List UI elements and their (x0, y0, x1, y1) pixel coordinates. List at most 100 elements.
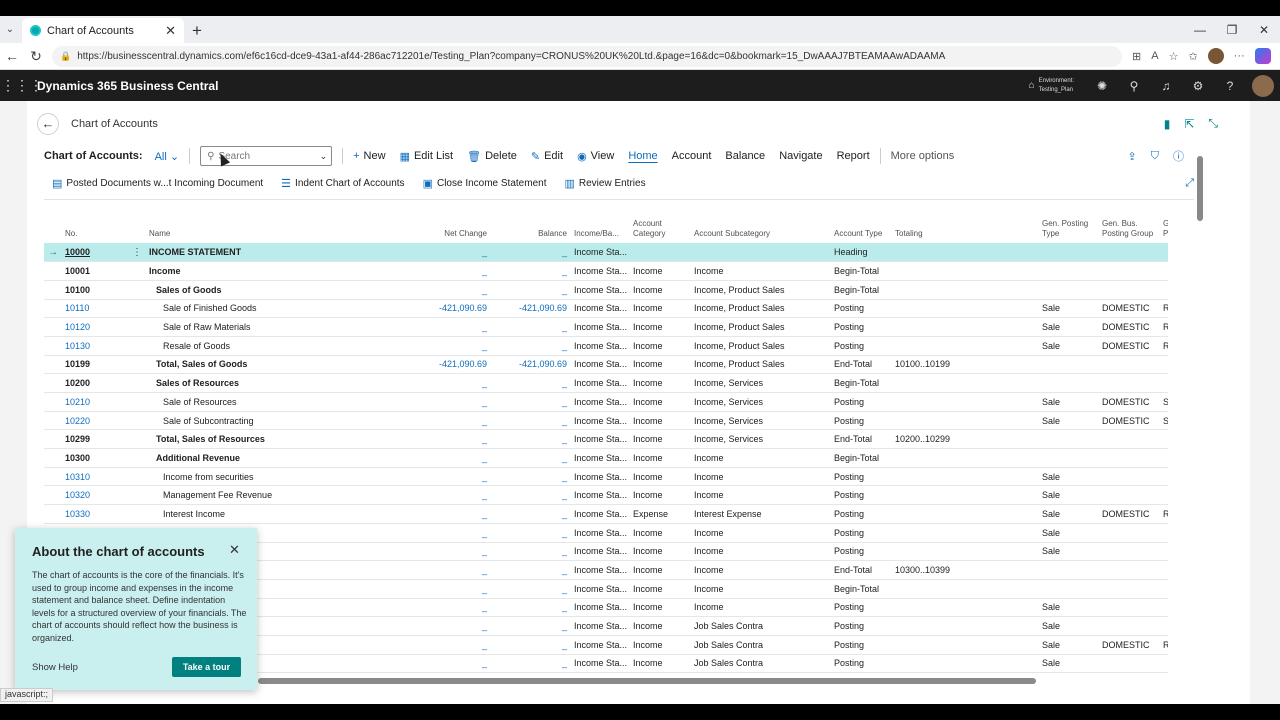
net-change-cell[interactable]: _ (410, 598, 491, 618)
column-header[interactable]: Account Category (630, 213, 691, 243)
net-change-cell[interactable]: _ (410, 317, 491, 337)
back-arrow-icon[interactable]: ← (37, 112, 59, 135)
balance-cell[interactable]: _ (491, 616, 571, 636)
share-icon[interactable]: ⇪ (1128, 150, 1137, 163)
balance-cell[interactable]: _ (491, 504, 571, 524)
tab-navigate[interactable]: Navigate (779, 150, 822, 162)
settings-gear-icon[interactable]: ⚙ (1182, 79, 1214, 93)
net-change-cell[interactable]: _ (410, 579, 491, 599)
account-no-cell[interactable]: 10001 (62, 261, 128, 281)
table-row[interactable]: 10110 Sale of Finished Goods -421,090.69 -4… (44, 299, 1168, 319)
account-no-cell[interactable]: 10210 (62, 392, 128, 412)
net-change-cell[interactable]: _ (410, 560, 491, 580)
column-header[interactable]: Account Type (831, 213, 892, 243)
balance-cell[interactable]: _ (491, 598, 571, 618)
column-header[interactable]: Balance (491, 213, 571, 243)
open-new-window-icon[interactable]: ⇱ (1184, 117, 1194, 131)
column-header[interactable]: Net Change (410, 213, 491, 243)
column-header[interactable]: Name (146, 213, 410, 243)
view-filter-dropdown[interactable]: All ⌄ (155, 150, 180, 163)
balance-cell[interactable]: _ (491, 411, 571, 431)
show-help-link[interactable]: Show Help (32, 662, 78, 673)
review-entries-button[interactable]: ▥ Review Entries (564, 177, 645, 190)
account-no-cell[interactable]: 10100 (62, 280, 128, 300)
net-change-cell[interactable]: _ (410, 523, 491, 543)
net-change-cell[interactable]: _ (410, 280, 491, 300)
balance-cell[interactable]: _ (491, 317, 571, 337)
net-change-cell[interactable]: _ (410, 261, 491, 281)
indent-chart-button[interactable]: ☰ Indent Chart of Accounts (281, 177, 404, 190)
account-no-cell[interactable]: 10110 (62, 299, 128, 319)
account-no-cell[interactable]: 10320 (62, 485, 128, 506)
notifications-bell-icon[interactable]: ♫ (1150, 79, 1182, 93)
table-row[interactable]: 10100 Sales of Goods _ _ Income Sta... Income… (44, 280, 1168, 300)
account-no-cell[interactable]: 10130 (62, 336, 128, 356)
app-name[interactable]: Dynamics 365 Business Central (37, 79, 218, 93)
column-header[interactable]: Income/Ba... (571, 213, 630, 243)
close-window-icon[interactable]: ✕ (1248, 23, 1280, 37)
net-change-cell[interactable]: _ (410, 654, 491, 674)
tab-home[interactable]: Home (628, 150, 657, 162)
back-icon[interactable]: ← (0, 48, 24, 64)
balance-cell[interactable]: _ (491, 429, 571, 450)
profile-avatar[interactable] (1207, 48, 1224, 64)
account-no-cell[interactable]: 10200 (62, 373, 128, 393)
tab-balance[interactable]: Balance (725, 150, 765, 162)
account-no-cell[interactable]: 10299 (62, 429, 128, 450)
close-income-statement-button[interactable]: ▣ Close Income Statement (423, 177, 547, 190)
account-no-cell[interactable]: 10199 (62, 355, 128, 375)
net-change-cell[interactable]: _ (410, 504, 491, 524)
table-row[interactable]: 10220 Sale of Subcontracting _ _ Income Sta.… (44, 411, 1168, 431)
balance-cell[interactable]: _ (491, 542, 571, 562)
balance-cell[interactable]: _ (491, 336, 571, 356)
copilot-app-icon[interactable]: ✺ (1086, 79, 1118, 93)
read-aloud-icon[interactable]: A (1151, 50, 1158, 62)
table-row[interactable]: 10001 Income _ _ Income Sta... Income Income Be… (44, 261, 1168, 281)
new-tab-icon[interactable]: + (184, 18, 210, 43)
row-menu-cell[interactable]: ⋮ (128, 243, 146, 263)
balance-cell[interactable]: -421,090.69 (491, 299, 571, 319)
more-options-button[interactable]: More options (891, 150, 955, 162)
net-change-cell[interactable]: _ (410, 485, 491, 506)
view-button[interactable]: ◉ View (577, 150, 614, 163)
favorites-icon[interactable]: ✩ (1188, 50, 1197, 63)
net-change-cell[interactable]: _ (410, 392, 491, 412)
balance-cell[interactable]: _ (491, 579, 571, 599)
balance-cell[interactable]: _ (491, 392, 571, 412)
net-change-cell[interactable]: _ (410, 429, 491, 450)
search-icon[interactable]: ⚲ (1118, 79, 1150, 93)
table-row[interactable]: 10210 Sale of Resources _ _ Income Sta... Inc… (44, 392, 1168, 412)
account-no-cell[interactable]: 10310 (62, 467, 128, 487)
horizontal-scrollbar[interactable] (258, 678, 1036, 684)
close-tab-icon[interactable]: ✕ (165, 23, 176, 39)
filter-icon[interactable]: ⛉ (1151, 150, 1159, 163)
scrollbar-thumb[interactable] (1197, 156, 1203, 221)
environment-indicator[interactable]: ⌂ Environment: Testing_Plan (1029, 77, 1074, 95)
help-icon[interactable]: ? (1214, 79, 1246, 93)
net-change-cell[interactable]: _ (410, 616, 491, 636)
balance-cell[interactable]: _ (491, 243, 571, 263)
user-avatar[interactable] (1252, 74, 1274, 97)
table-row[interactable]: → 10000 ⋮ INCOME STATEMENT _ _ Income Sta... He… (44, 243, 1168, 263)
browser-tab[interactable]: Chart of Accounts ✕ (22, 18, 184, 43)
balance-cell[interactable]: _ (491, 448, 571, 468)
net-change-cell[interactable]: _ (410, 336, 491, 356)
posted-documents-button[interactable]: ▤ Posted Documents w...t Incoming Documen… (52, 177, 263, 190)
tab-list-icon[interactable]: ⌄ (0, 16, 20, 43)
column-header[interactable]: Gen. Bus. Posting Group (1099, 213, 1160, 243)
net-change-cell[interactable]: _ (410, 635, 491, 655)
balance-cell[interactable]: _ (491, 485, 571, 506)
url-field[interactable]: 🔒 https://businesscentral.dynamics.com/e… (52, 45, 1122, 67)
net-change-cell[interactable]: -421,090.69 (410, 355, 491, 375)
collapse-icon[interactable]: ⤡ (1208, 116, 1218, 131)
table-row[interactable]: 10299 Total, Sales of Resources _ _ Income S… (44, 429, 1168, 450)
info-icon[interactable]: ⓘ (1173, 148, 1184, 164)
balance-cell[interactable]: _ (491, 373, 571, 393)
balance-cell[interactable]: _ (491, 560, 571, 580)
net-change-cell[interactable]: _ (410, 467, 491, 487)
delete-button[interactable]: 🗑 Delete (467, 150, 517, 163)
new-button[interactable]: + New (353, 150, 385, 162)
account-no-cell[interactable]: 10000 (62, 243, 128, 263)
balance-cell[interactable]: _ (491, 523, 571, 543)
balance-cell[interactable]: _ (491, 280, 571, 300)
